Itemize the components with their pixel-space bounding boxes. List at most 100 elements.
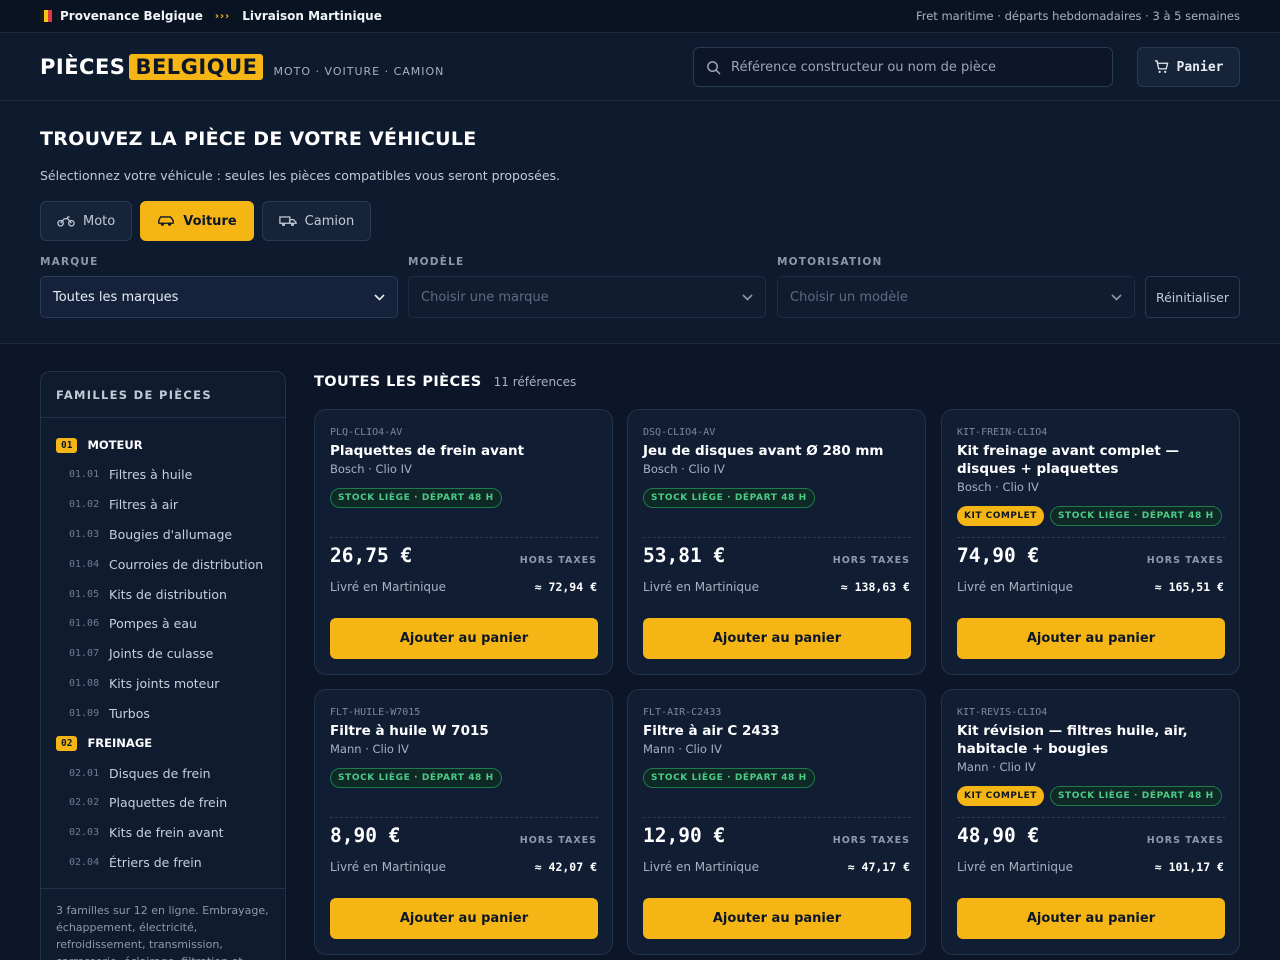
reset-button[interactable]: Réinitialiser [1145, 276, 1240, 318]
product-price: 26,75 € [330, 544, 413, 567]
product-card[interactable]: FLT-AIR-C2433 Filtre à air C 2433 Mann ·… [627, 689, 926, 955]
subfamily-number: 01.05 [69, 588, 100, 600]
subfamily-item[interactable]: 02.01 Disques de frein [41, 758, 285, 788]
product-price: 8,90 € [330, 824, 401, 847]
kit-badge: KIT COMPLET [957, 506, 1044, 526]
family-number: 02 [56, 735, 78, 751]
card-divider [330, 817, 598, 818]
engine-select[interactable]: Choisir un modèle [777, 276, 1135, 318]
product-card[interactable]: KIT-REVIS-CLIO4 Kit révision — filtres h… [941, 689, 1240, 955]
cart-button[interactable]: Panier [1137, 47, 1240, 87]
tax-label: HORS TAXES [519, 835, 597, 846]
subfamily-item[interactable]: 01.05 Kits de distribution [41, 579, 285, 609]
tax-label: HORS TAXES [1146, 555, 1224, 566]
logo-part2: BELGIQUE [129, 53, 264, 80]
product-brand: Bosch · Clio IV [957, 480, 1039, 494]
model-field-label: MODÈLE [408, 256, 465, 268]
subfamily-item[interactable]: 01.06 Pompes à eau [41, 609, 285, 639]
product-badges: STOCK LIÈGE · DÉPART 48 H [643, 488, 815, 508]
origin-label: Provenance Belgique [60, 9, 203, 23]
add-to-cart-button[interactable]: Ajouter au panier [643, 618, 911, 659]
product-brand: Mann · Clio IV [643, 742, 722, 756]
add-to-cart-button[interactable]: Ajouter au panier [330, 618, 598, 659]
product-badges: KIT COMPLET STOCK LIÈGE · DÉPART 48 H [957, 506, 1222, 526]
add-to-cart-button[interactable]: Ajouter au panier [957, 618, 1225, 659]
delivery-label: Livré en Martinique [643, 860, 760, 874]
search-input[interactable]: Référence constructeur ou nom de pièce [693, 47, 1113, 87]
delivered-price: ≈ 47,17 € [847, 860, 910, 874]
product-price: 53,81 € [643, 544, 726, 567]
product-card[interactable]: PLQ-CLIO4-AV Plaquettes de frein avant B… [314, 409, 613, 675]
logo[interactable]: PIÈCES BELGIQUE MOTO · VOITURE · CAMION [40, 53, 444, 80]
family-moteur[interactable]: 01 MOTEUR [41, 430, 285, 460]
search-icon [707, 60, 721, 74]
subfamily-item[interactable]: 01.08 Kits joints moteur [41, 669, 285, 699]
product-brand: Mann · Clio IV [330, 742, 409, 756]
tax-label: HORS TAXES [832, 555, 910, 566]
vehicle-type-label: Moto [83, 213, 116, 229]
subfamily-item[interactable]: 01.03 Bougies d'allumage [41, 520, 285, 550]
delivered-price: ≈ 138,63 € [840, 580, 910, 594]
product-name: Filtre à huile W 7015 [330, 723, 489, 739]
subfamily-number: 01.02 [69, 499, 100, 511]
delivery-label: Livré en Martinique [643, 580, 760, 594]
subfamily-label: Bougies d'allumage [109, 526, 233, 542]
subfamily-item[interactable]: 02.04 Étriers de frein [41, 848, 285, 878]
product-price: 12,90 € [643, 824, 726, 847]
results-count: 11 références [493, 375, 577, 389]
family-name: MOTEUR [87, 438, 143, 452]
product-ref: PLQ-CLIO4-AV [330, 427, 403, 438]
subfamily-item[interactable]: 01.04 Courroies de distribution [41, 549, 285, 579]
delivered-price: ≈ 101,17 € [1154, 860, 1224, 874]
delivered-price: ≈ 165,51 € [1154, 580, 1224, 594]
family-list: 01 MOTEUR 01.01 Filtres à huile 01.02 Filt… [41, 418, 285, 877]
brand-select[interactable]: Toutes les marques [40, 276, 398, 318]
tax-label: HORS TAXES [519, 555, 597, 566]
delivery-label: Livré en Martinique [330, 580, 447, 594]
vehicle-type-voiture[interactable]: Voiture [140, 201, 254, 241]
product-ref: KIT-REVIS-CLIO4 [957, 707, 1048, 718]
subfamily-item[interactable]: 01.09 Turbos [41, 698, 285, 728]
model-select[interactable]: Choisir une marque [408, 276, 766, 318]
tax-label: HORS TAXES [1146, 835, 1224, 846]
shipping-route: Provenance Belgique ››› Livraison Martin… [40, 9, 382, 23]
subfamily-item[interactable]: 01.02 Filtres à air [41, 490, 285, 520]
add-to-cart-button[interactable]: Ajouter au panier [330, 898, 598, 939]
product-ref: DSQ-CLIO4-AV [643, 427, 716, 438]
car-icon [158, 216, 175, 226]
vehicle-type-moto[interactable]: Moto [40, 201, 133, 241]
brand-select-value: Toutes les marques [53, 289, 179, 305]
card-divider [643, 817, 911, 818]
subfamily-label: Kits joints moteur [109, 675, 220, 691]
product-card[interactable]: KIT-FREIN-CLIO4 Kit freinage avant compl… [941, 409, 1240, 675]
product-name: Kit révision — filtres huile, air, habit… [957, 723, 1188, 757]
product-card[interactable]: DSQ-CLIO4-AV Jeu de disques avant Ø 280 … [627, 409, 926, 675]
subfamily-item[interactable]: 02.02 Plaquettes de frein [41, 788, 285, 818]
families-sidebar: FAMILLES DE PIÈCES 01 MOTEUR 01.01 Filtre… [40, 371, 286, 960]
subfamily-label: Courroies de distribution [109, 556, 264, 572]
card-divider [643, 537, 911, 538]
brand-field-label: MARQUE [40, 256, 99, 268]
product-ref: FLT-HUILE-W7015 [330, 707, 421, 718]
subfamily-item[interactable]: 02.03 Kits de frein avant [41, 818, 285, 848]
subfamily-number: 01.03 [69, 528, 100, 540]
product-badges: STOCK LIÈGE · DÉPART 48 H [643, 768, 815, 788]
cart-icon [1154, 60, 1168, 73]
subfamily-label: Plaquettes de frein [109, 795, 228, 811]
add-to-cart-button[interactable]: Ajouter au panier [957, 898, 1225, 939]
subfamily-label: Pompes à eau [109, 616, 197, 632]
add-to-cart-button[interactable]: Ajouter au panier [643, 898, 911, 939]
subfamily-label: Filtres à air [109, 497, 179, 513]
results-title: TOUTES LES PIÈCES [314, 374, 482, 390]
subfamily-item[interactable]: 01.01 Filtres à huile [41, 460, 285, 490]
product-ref: FLT-AIR-C2433 [643, 707, 722, 718]
top-strip: Provenance Belgique ››› Livraison Martin… [0, 0, 1280, 33]
product-brand: Bosch · Clio IV [643, 462, 725, 476]
product-name: Filtre à air C 2433 [643, 723, 780, 739]
family-freinage[interactable]: 02 FREINAGE [41, 728, 285, 758]
sidebar-title: FAMILLES DE PIÈCES [41, 372, 285, 418]
subfamily-item[interactable]: 01.07 Joints de culasse [41, 639, 285, 669]
model-select-value: Choisir une marque [421, 289, 549, 305]
product-card[interactable]: FLT-HUILE-W7015 Filtre à huile W 7015 Ma… [314, 689, 613, 955]
vehicle-type-camion[interactable]: Camion [261, 201, 372, 241]
